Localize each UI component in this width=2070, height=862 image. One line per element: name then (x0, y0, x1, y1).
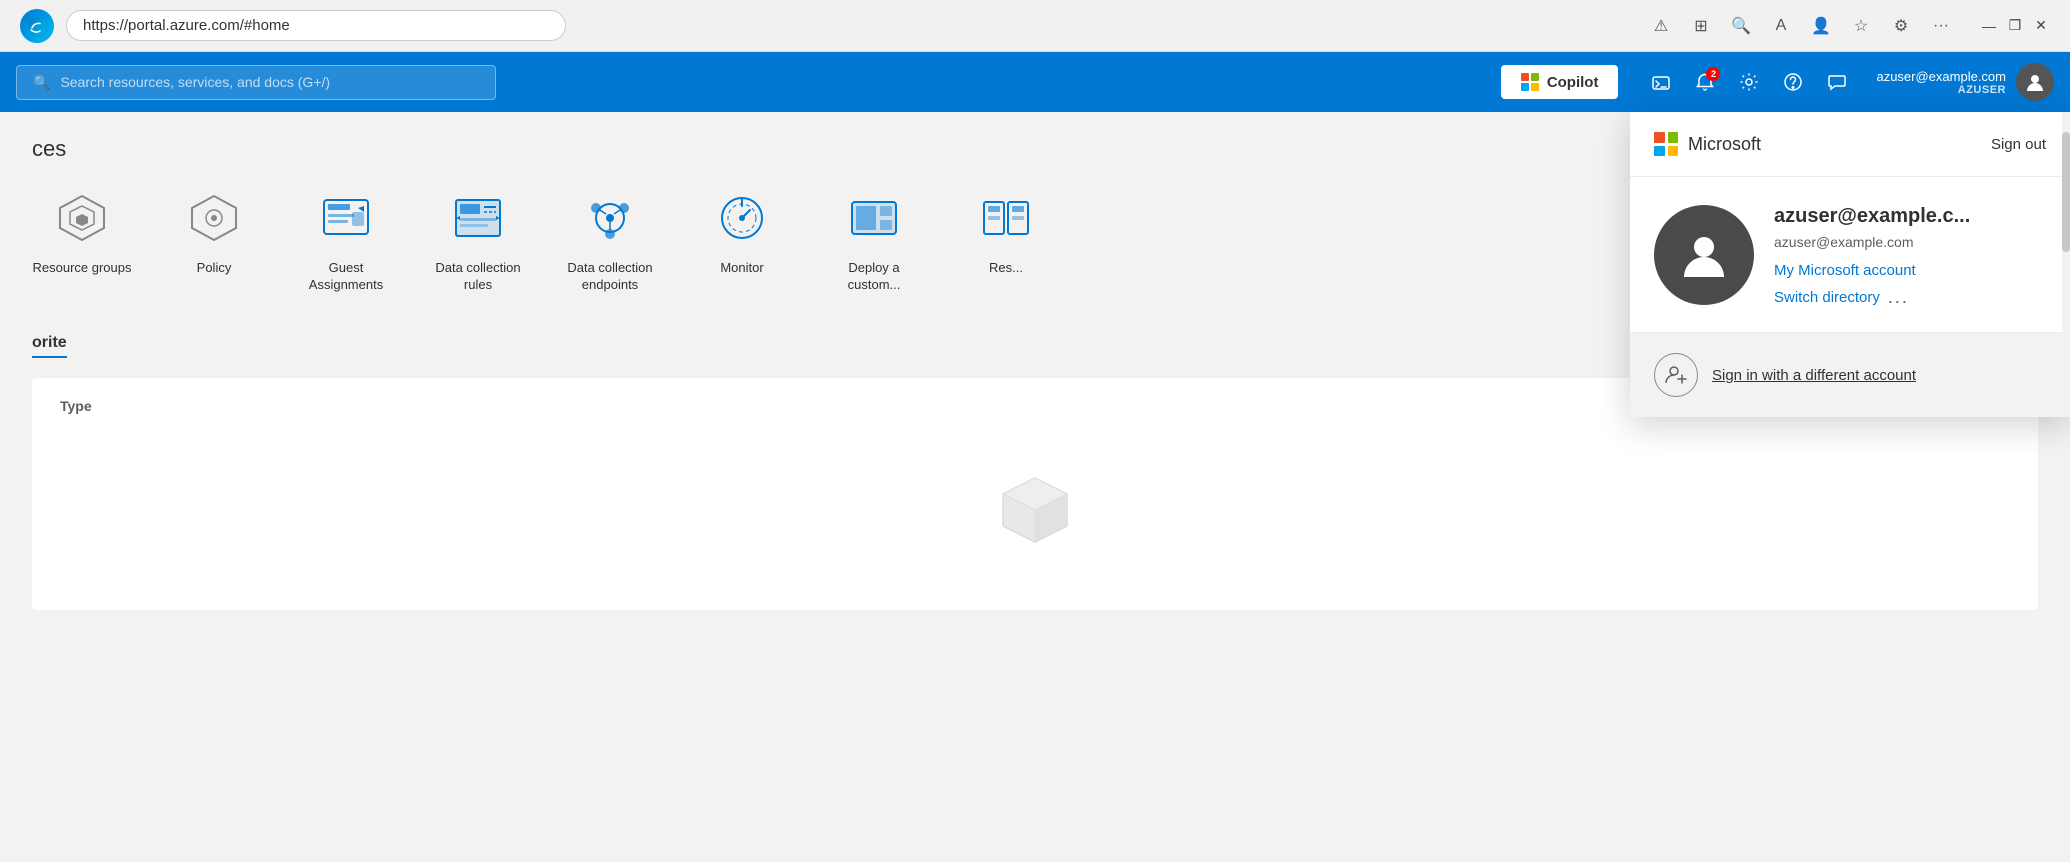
browser-icon-1[interactable]: ⚠ (1650, 15, 1672, 37)
scrollbar-thumb (2062, 132, 2070, 252)
sign-out-button[interactable]: Sign out (1991, 136, 2046, 153)
data-collection-endpoints-icon-wrap (578, 186, 642, 250)
help-icon[interactable] (1774, 63, 1812, 101)
user-avatar[interactable] (2016, 63, 2054, 101)
restore-button[interactable]: ❐ (2006, 17, 2024, 35)
main-content: ces Resource groups (0, 112, 2070, 862)
panel-user-section: azuser@example.c... azuser@example.com M… (1630, 177, 2070, 333)
user-details: azuser@example.c... azuser@example.com M… (1774, 205, 2046, 308)
switch-directory-link[interactable]: Switch directory (1774, 289, 1880, 306)
panel-user-email: azuser@example.com (1774, 234, 2046, 250)
deploy-custom-icon-wrap (842, 186, 906, 250)
favorite-tab[interactable]: orite (32, 334, 67, 358)
panel-header: Microsoft Sign out (1630, 112, 2070, 177)
data-collection-endpoints-label: Data collection endpoints (560, 260, 660, 294)
settings-icon[interactable] (1730, 63, 1768, 101)
search-placeholder: Search resources, services, and docs (G+… (60, 74, 330, 90)
my-microsoft-account-link[interactable]: My Microsoft account (1774, 262, 2046, 279)
service-item-monitor[interactable]: Monitor (692, 186, 792, 294)
browser-icon-5[interactable]: 👤 (1810, 15, 1832, 37)
service-item-guest-assignments[interactable]: Guest Assignments (296, 186, 396, 294)
monitor-label: Monitor (720, 260, 763, 277)
service-item-data-collection-endpoints[interactable]: Data collection endpoints (560, 186, 660, 294)
panel-footer: Sign in with a different account (1630, 333, 2070, 417)
account-panel: Microsoft Sign out azuser@example.c... a… (1630, 112, 2070, 417)
search-bar[interactable]: 🔍 Search resources, services, and docs (… (16, 65, 496, 100)
browser-favorite-icon[interactable]: ☆ (1850, 15, 1872, 37)
edge-browser-icon (20, 9, 54, 43)
panel-microsoft-logo: Microsoft (1654, 132, 1761, 156)
service-item-resources[interactable]: Res... (956, 186, 1056, 294)
ms-logo-large (1654, 132, 1678, 156)
resources-icon-wrap (974, 186, 1038, 250)
service-item-deploy-custom[interactable]: Deploy a custom... (824, 186, 924, 294)
big-avatar (1654, 205, 1754, 305)
policy-label: Policy (197, 260, 232, 277)
browser-settings-icon[interactable]: ⚙ (1890, 15, 1912, 37)
switch-directory-row: Switch directory ... (1774, 287, 2046, 308)
minimize-button[interactable]: — (1980, 17, 1998, 35)
empty-state (52, 430, 2018, 590)
cloud-shell-icon[interactable] (1642, 63, 1680, 101)
feedback-icon[interactable] (1818, 63, 1856, 101)
resource-groups-icon-wrap (50, 186, 114, 250)
panel-scrollbar[interactable] (2062, 112, 2070, 417)
monitor-icon-wrap (710, 186, 774, 250)
more-options-button[interactable]: ... (1888, 287, 1909, 308)
user-name-display: AZUSER (1876, 84, 2006, 96)
user-section[interactable]: azuser@example.com AZUSER (1876, 63, 2054, 101)
search-icon: 🔍 (33, 74, 50, 91)
notification-badge: 2 (1706, 67, 1720, 81)
panel-user-display-name: azuser@example.c... (1774, 205, 2034, 228)
close-button[interactable]: ✕ (2032, 17, 2050, 35)
notification-icon[interactable]: 2 (1686, 63, 1724, 101)
deploy-custom-label: Deploy a custom... (824, 260, 924, 294)
copilot-ms-logo (1521, 73, 1539, 91)
browser-more-icon[interactable]: ··· (1930, 15, 1952, 37)
browser-icon-2[interactable]: ⊞ (1690, 15, 1712, 37)
sign-in-different-button[interactable]: Sign in with a different account (1712, 367, 1916, 384)
resources-label: Res... (989, 260, 1023, 277)
service-item-policy[interactable]: Policy (164, 186, 264, 294)
copilot-label: Copilot (1547, 74, 1599, 91)
add-account-icon (1654, 353, 1698, 397)
browser-icon-3[interactable]: 🔍 (1730, 15, 1752, 37)
user-email-display: azuser@example.com (1876, 69, 2006, 84)
resource-groups-label: Resource groups (33, 260, 132, 277)
service-item-data-collection-rules[interactable]: Data collection rules (428, 186, 528, 294)
address-bar[interactable]: https://portal.azure.com/#home (66, 10, 566, 41)
copilot-button[interactable]: Copilot (1501, 65, 1619, 99)
window-controls: — ❐ ✕ (1980, 17, 2050, 35)
browser-icon-4[interactable]: Α (1770, 15, 1792, 37)
guest-assignments-label: Guest Assignments (296, 260, 396, 294)
browser-icons: ⚠ ⊞ 🔍 Α 👤 ☆ ⚙ ··· (1650, 15, 1952, 37)
top-icons: 2 (1642, 63, 1856, 101)
service-item-resource-groups[interactable]: Resource groups (32, 186, 132, 294)
data-collection-rules-icon-wrap (446, 186, 510, 250)
microsoft-label: Microsoft (1688, 134, 1761, 155)
data-collection-rules-label: Data collection rules (428, 260, 528, 294)
browser-chrome: https://portal.azure.com/#home ⚠ ⊞ 🔍 Α 👤… (0, 0, 2070, 52)
user-info: azuser@example.com AZUSER (1876, 69, 2006, 96)
azure-topbar: 🔍 Search resources, services, and docs (… (0, 52, 2070, 112)
policy-icon-wrap (182, 186, 246, 250)
guest-assignments-icon-wrap (314, 186, 378, 250)
